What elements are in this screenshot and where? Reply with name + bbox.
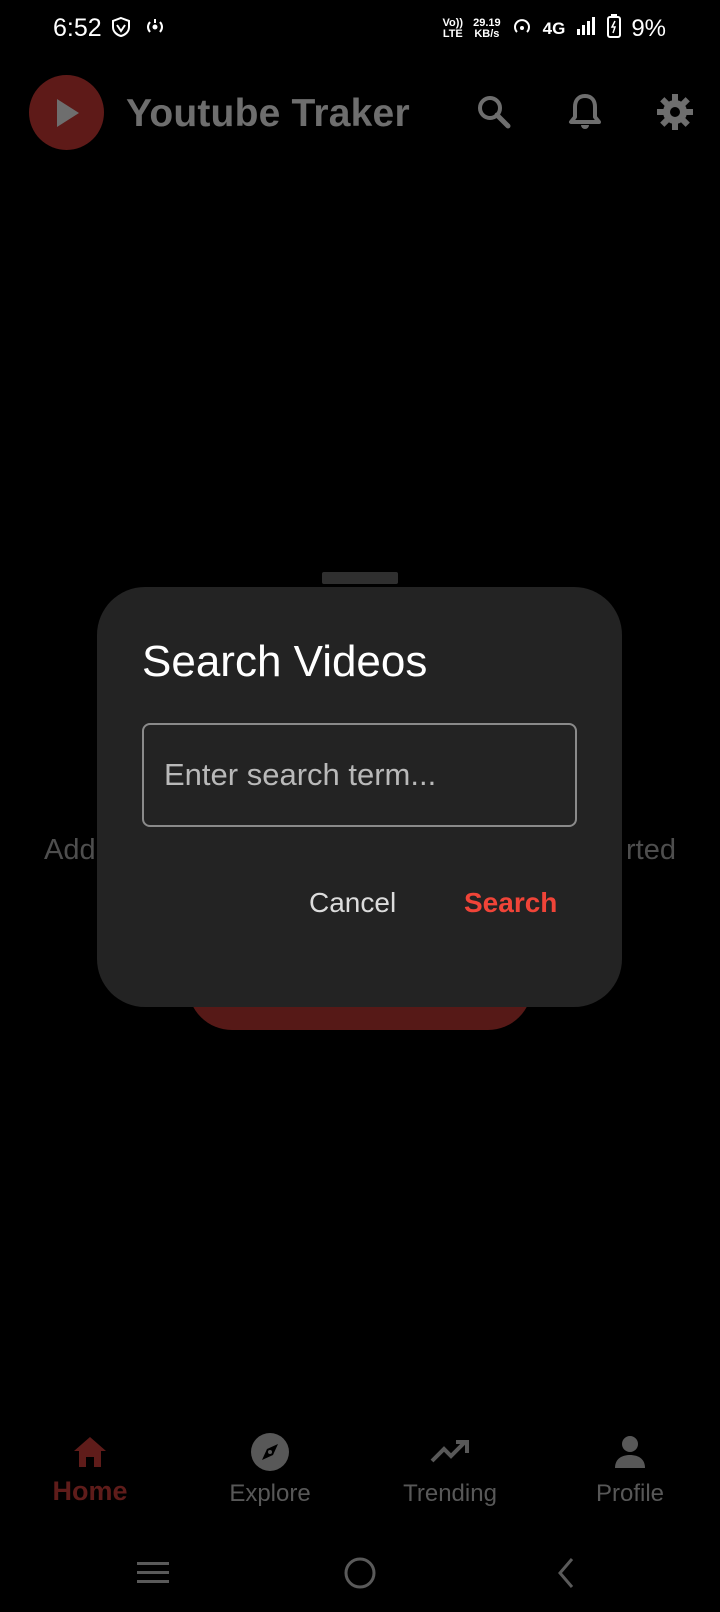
person-icon [613, 1430, 647, 1474]
search-input[interactable] [142, 723, 577, 827]
nav-item-home[interactable]: Home [10, 1430, 170, 1520]
app-bar: Youtube Traker [0, 70, 720, 160]
search-dialog: Search Videos Cancel Search [97, 587, 622, 1007]
nav-item-trending[interactable]: Trending [370, 1430, 530, 1520]
sheet-handle [322, 572, 398, 584]
system-nav-bar [0, 1540, 720, 1612]
signal-icon [575, 15, 597, 42]
network-speed: 29.19 KB/s [473, 16, 501, 40]
app-logo [29, 75, 104, 150]
nav-item-explore[interactable]: Explore [190, 1430, 350, 1520]
play-icon [57, 99, 79, 127]
nav-item-profile[interactable]: Profile [550, 1430, 710, 1520]
network-type: 4G [542, 18, 566, 38]
gear-icon[interactable] [653, 90, 697, 134]
trending-icon [430, 1430, 470, 1474]
battery-percent: 9% [631, 14, 666, 42]
app-title: Youtube Traker [126, 92, 410, 135]
home-circle-icon[interactable] [335, 1548, 385, 1598]
status-time: 6:52 [53, 14, 102, 42]
cancel-button[interactable]: Cancel [309, 887, 396, 919]
wifi-calling-icon [511, 15, 533, 42]
battery-icon [607, 14, 622, 43]
volte-indicator: Vo)) LTE [442, 16, 464, 40]
menu-icon[interactable] [128, 1548, 178, 1598]
vpn-shield-icon [110, 16, 132, 43]
hotspot-icon [142, 16, 168, 43]
home-icon [72, 1430, 108, 1474]
back-icon[interactable] [542, 1548, 592, 1598]
bell-icon[interactable] [563, 90, 607, 134]
search-button[interactable]: Search [464, 887, 557, 919]
status-bar: 6:52 Vo)) LTE 29.19 KB/s 4G 9% [0, 0, 720, 60]
dialog-title: Search Videos [142, 637, 428, 686]
compass-icon [250, 1430, 290, 1474]
search-icon[interactable] [472, 90, 516, 134]
bottom-nav: Home Explore Trending Profile [0, 1430, 720, 1520]
